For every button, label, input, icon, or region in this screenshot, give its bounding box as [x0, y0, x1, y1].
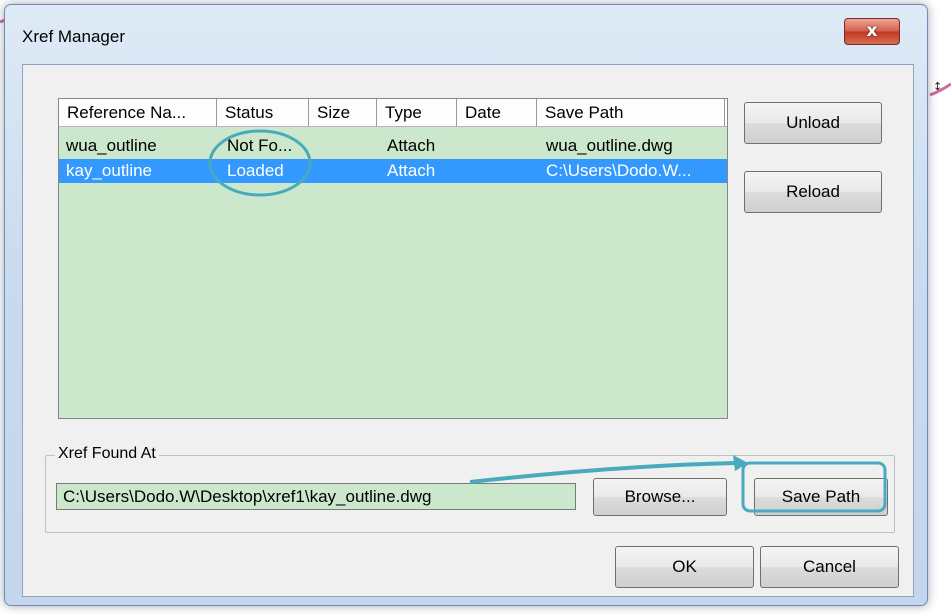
cancel-button[interactable]: Cancel: [760, 546, 899, 588]
reference-type: Attach: [387, 136, 436, 155]
dialog-body: Reference Na... Status Size Type Date Sa…: [22, 64, 914, 597]
column-date[interactable]: Date: [457, 99, 537, 126]
list-header: Reference Na... Status Size Type Date Sa…: [59, 99, 727, 127]
reference-save-path: C:\Users\Dodo.W...: [546, 161, 692, 180]
reference-name: kay_outline: [66, 161, 153, 180]
unload-button[interactable]: Unload: [744, 102, 882, 144]
reference-status: Loaded: [227, 161, 284, 180]
close-button[interactable]: x: [844, 18, 900, 45]
column-type[interactable]: Type: [377, 99, 457, 126]
column-size[interactable]: Size: [309, 99, 377, 126]
found-at-path-field[interactable]: C:\Users\Dodo.W\Desktop\xref1\kay_outlin…: [56, 483, 576, 510]
column-save-path[interactable]: Save Path: [537, 99, 725, 126]
reload-button[interactable]: Reload: [744, 171, 882, 213]
save-path-button[interactable]: Save Path: [754, 478, 888, 516]
cursor-icon: ↕: [933, 80, 943, 93]
reference-save-path: wua_outline.dwg: [546, 136, 673, 155]
reference-list[interactable]: Reference Na... Status Size Type Date Sa…: [58, 98, 728, 419]
ok-button[interactable]: OK: [615, 546, 754, 588]
column-status[interactable]: Status: [217, 99, 309, 126]
dialog-title: Xref Manager: [22, 27, 125, 46]
reference-row-selected[interactable]: kay_outline Loaded Attach C:\Users\Dodo.…: [59, 159, 727, 183]
xref-found-at-label: Xref Found At: [55, 445, 159, 463]
column-reference-name[interactable]: Reference Na...: [59, 99, 217, 126]
reference-name: wua_outline: [66, 136, 157, 155]
reference-row[interactable]: wua_outline Not Fo... Attach wua_outline…: [59, 134, 727, 158]
reference-type: Attach: [387, 161, 436, 180]
xref-manager-dialog: Xref Manager x Reference Na... Status Si…: [4, 4, 928, 606]
reference-status: Not Fo...: [227, 136, 293, 155]
browse-button[interactable]: Browse...: [593, 478, 727, 516]
